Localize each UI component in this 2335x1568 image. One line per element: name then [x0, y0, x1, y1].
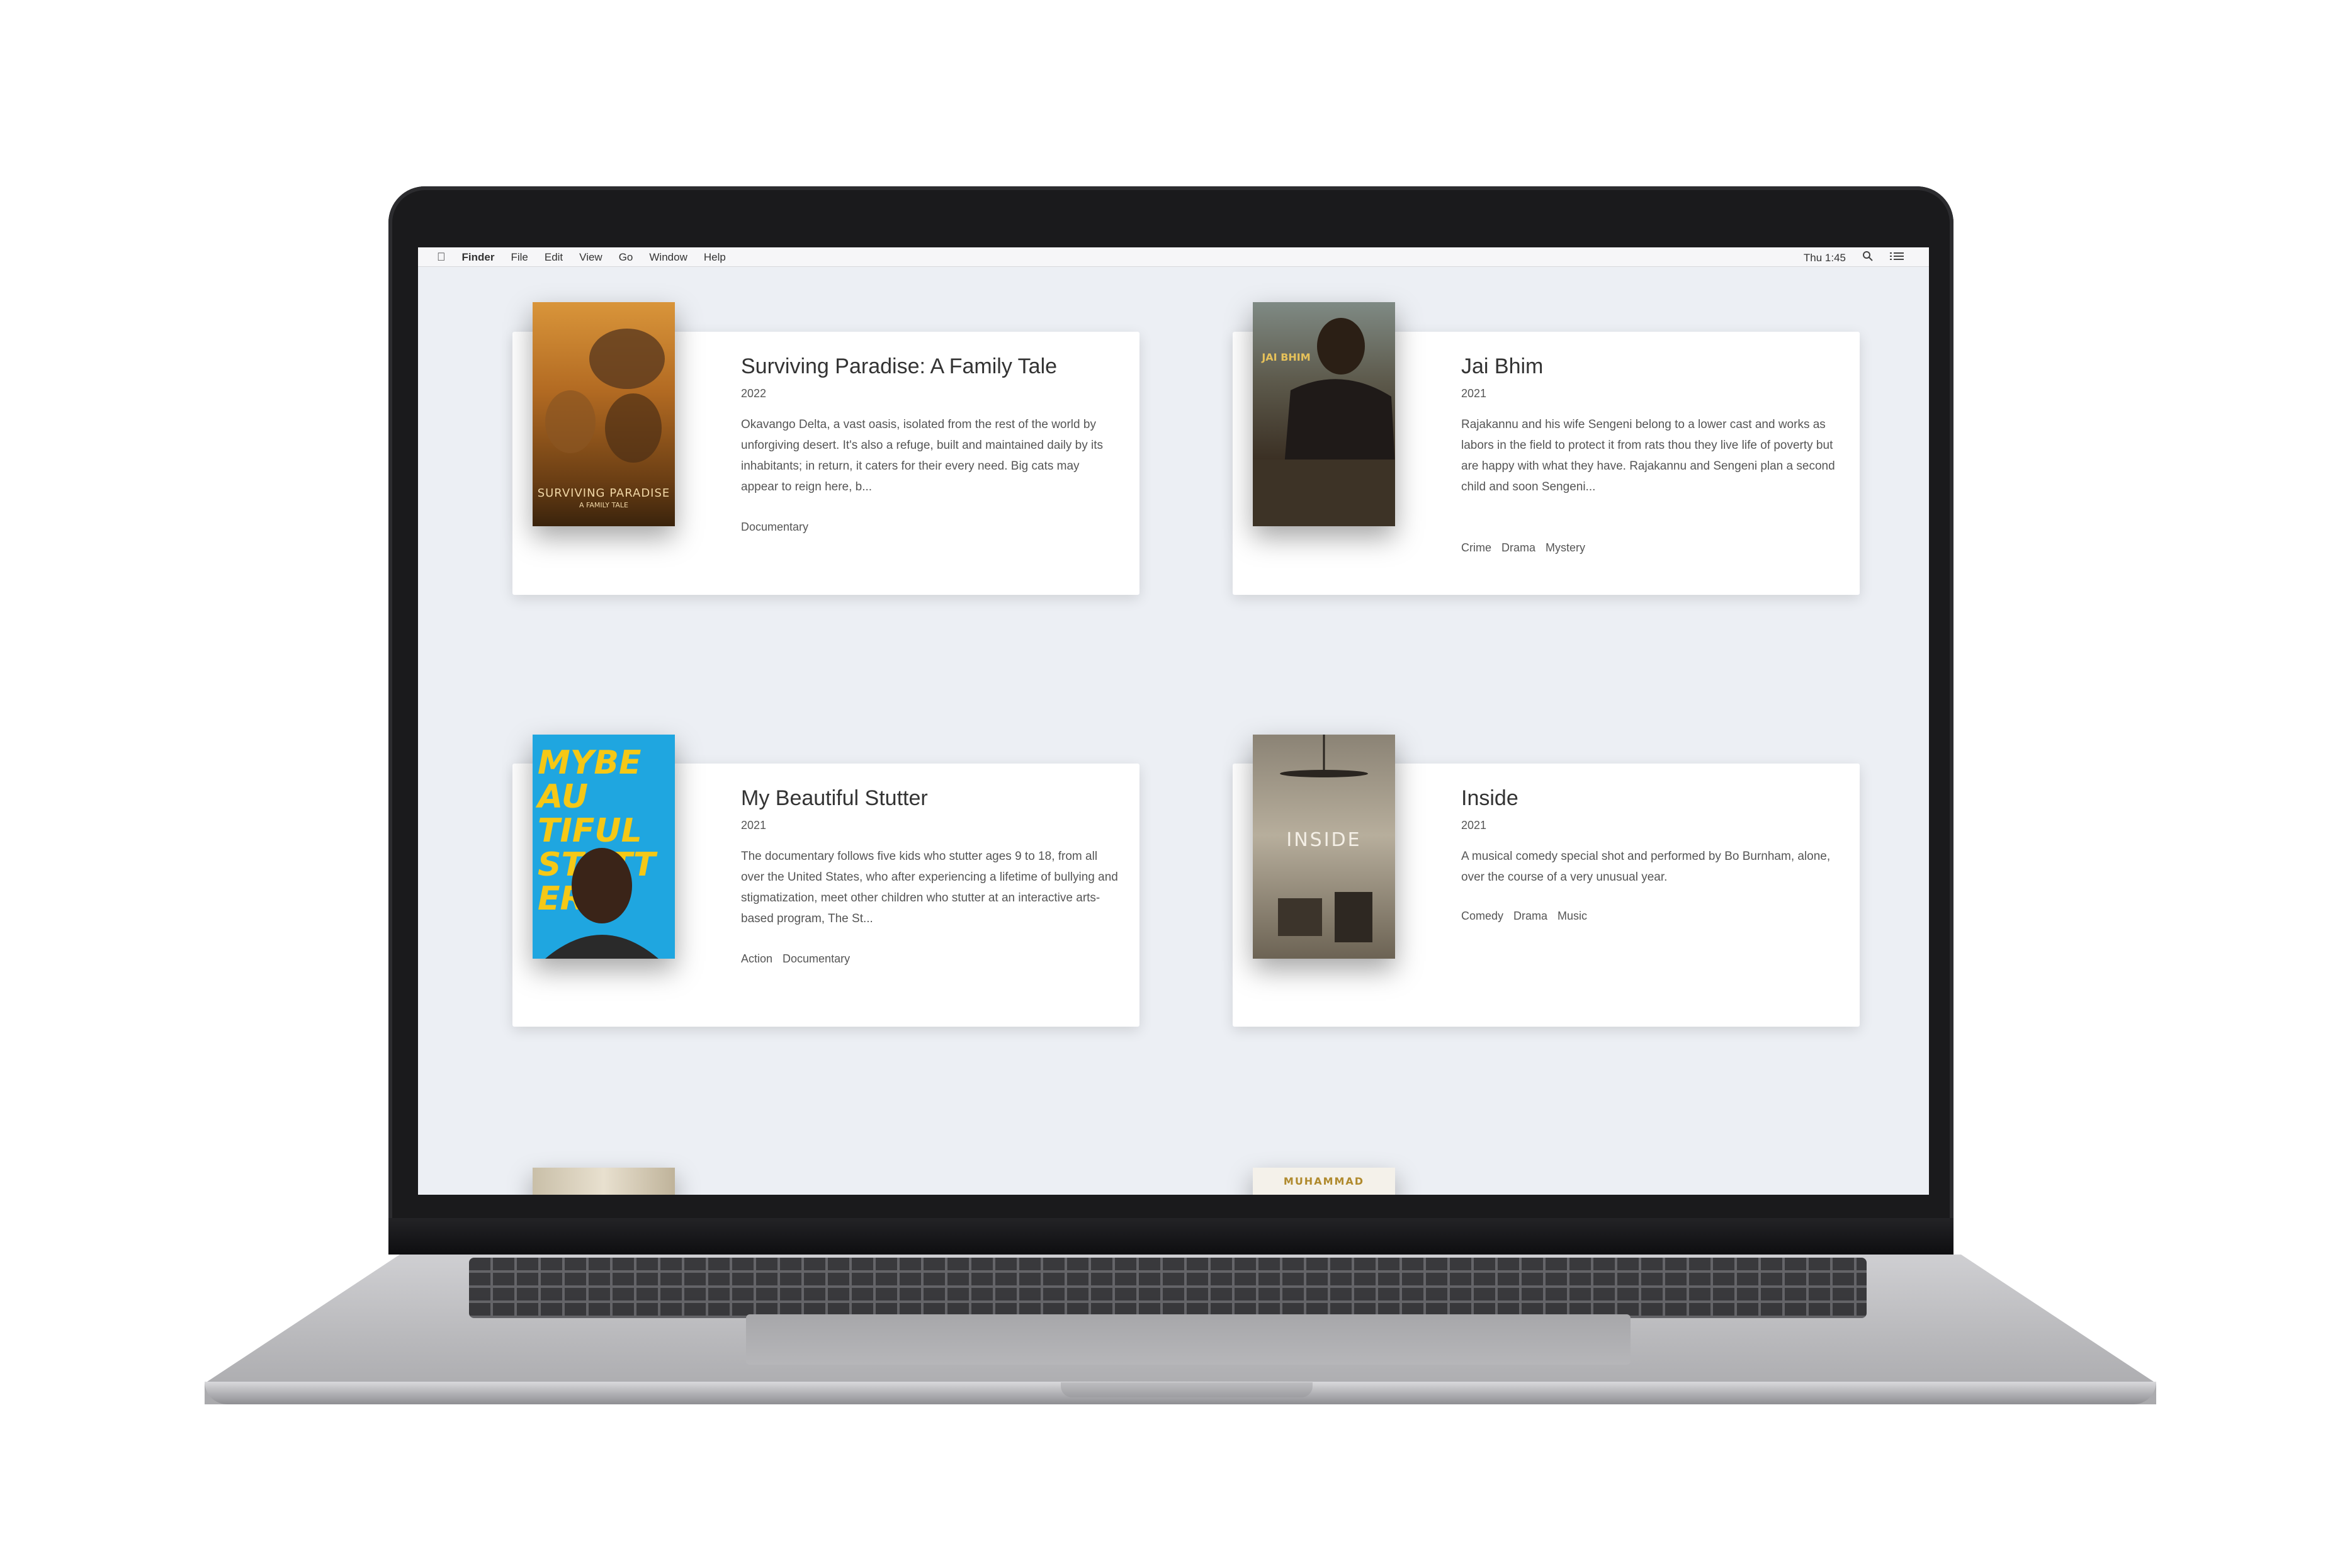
list-icon[interactable]: [1890, 251, 1904, 264]
search-icon[interactable]: [1862, 251, 1874, 265]
movie-year: 2021: [1461, 387, 1487, 400]
movie-year: 2021: [1461, 819, 1487, 832]
poster-title: MUHAMMAD: [1283, 1175, 1365, 1187]
genre-list: Action Documentary: [741, 952, 850, 966]
menu-help[interactable]: Help: [704, 251, 726, 264]
genre-tag[interactable]: Drama: [1513, 910, 1547, 923]
movie-poster[interactable]: INSIDE: [1253, 735, 1395, 959]
movie-description: The documentary follows five kids who st…: [741, 850, 1118, 925]
poster-title: SURVIVING PARADISE: [537, 487, 670, 500]
genre-list: Documentary: [741, 521, 808, 534]
menu-file[interactable]: File: [511, 251, 528, 264]
movie-title[interactable]: Inside: [1461, 786, 1518, 811]
genre-tag[interactable]: Documentary: [741, 521, 808, 534]
movie-poster[interactable]: JAI BHIM: [1253, 302, 1395, 526]
menu-edit[interactable]: Edit: [545, 251, 563, 264]
menu-bar:  Finder File Edit View Go Window Help T…: [418, 247, 1929, 267]
movie-year: 2022: [741, 387, 767, 400]
movie-title[interactable]: Jai Bhim: [1461, 354, 1543, 379]
genre-list: Crime Drama Mystery: [1461, 541, 1585, 555]
genre-tag[interactable]: Music: [1558, 910, 1587, 923]
apple-icon[interactable]: : [437, 251, 446, 264]
movie-description: Okavango Delta, a vast oasis, isolated f…: [741, 418, 1104, 494]
laptop-hinge: [388, 1218, 1953, 1255]
movie-title[interactable]: Surviving Paradise: A Family Tale: [741, 354, 1057, 379]
menu-app-finder[interactable]: Finder: [462, 251, 495, 264]
clock[interactable]: Thu 1:45: [1804, 252, 1846, 264]
laptop-notch: [1061, 1382, 1313, 1397]
genre-list: Comedy Drama Music: [1461, 910, 1587, 923]
movie-poster-partial[interactable]: [533, 1168, 675, 1195]
menu-window[interactable]: Window: [649, 251, 687, 264]
movie-title[interactable]: My Beautiful Stutter: [741, 786, 928, 811]
menu-go[interactable]: Go: [619, 251, 633, 264]
genre-tag[interactable]: Drama: [1501, 541, 1535, 555]
genre-tag[interactable]: Action: [741, 952, 772, 966]
genre-tag[interactable]: Mystery: [1546, 541, 1585, 555]
poster-title: INSIDE: [1286, 829, 1362, 851]
menu-view[interactable]: View: [579, 251, 602, 264]
movie-poster[interactable]: MYBEAU TIFUL STUTT ER: [533, 735, 675, 959]
trackpad: [746, 1314, 1631, 1365]
movie-description: A musical comedy special shot and perfor…: [1461, 850, 1831, 884]
movie-description: Rajakannu and his wife Sengeni belong to…: [1461, 418, 1835, 494]
genre-tag[interactable]: Documentary: [783, 952, 850, 966]
poster-subtitle: A FAMILY TALE: [579, 501, 628, 509]
movie-year: 2021: [741, 819, 767, 832]
screen:  Finder File Edit View Go Window Help T…: [418, 247, 1929, 1195]
genre-tag[interactable]: Crime: [1461, 541, 1491, 555]
poster-title: JAI BHIM: [1262, 351, 1311, 363]
genre-tag[interactable]: Comedy: [1461, 910, 1503, 923]
movie-poster-partial[interactable]: MUHAMMAD: [1253, 1168, 1395, 1195]
movie-poster[interactable]: SURVIVING PARADISE A FAMILY TALE: [533, 302, 675, 526]
keyboard: [469, 1258, 1867, 1318]
